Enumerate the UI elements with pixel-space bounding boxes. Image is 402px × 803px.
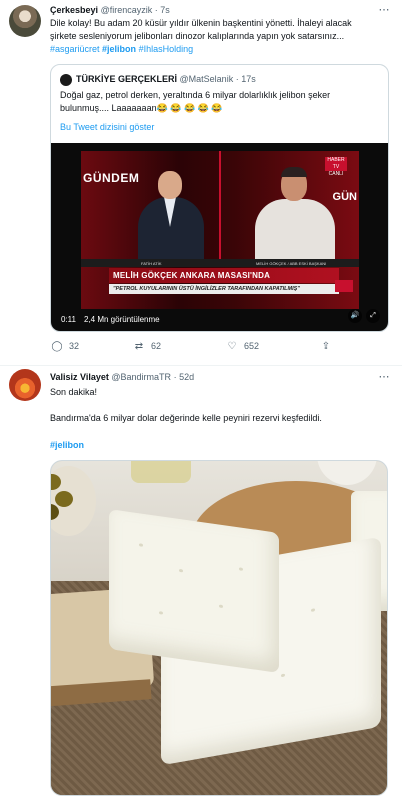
share-button[interactable]: ⇪ <box>320 341 338 352</box>
quoted-tweet-card[interactable]: TÜRKİYE GERÇEKLERİ @MatSelanik · 17s Doğ… <box>50 64 389 332</box>
more-options-icon[interactable]: ⋯ <box>379 3 391 16</box>
retweet-icon: ⇄ <box>134 341 144 352</box>
screen-divider <box>219 151 221 261</box>
cheese-hole <box>159 611 163 615</box>
separator-dot: · <box>173 372 177 382</box>
retweet-count: 62 <box>151 341 162 351</box>
guest-right <box>251 167 337 264</box>
tweet-actions: ◯ 32 ⇄ 62 ♡ 652 ⇪ <box>50 341 350 355</box>
cheese-wedge <box>109 509 279 673</box>
like-button[interactable]: ♡ 652 <box>226 341 260 352</box>
program-logo-left: GÜNDEM <box>83 171 140 185</box>
cheese-hole <box>311 608 315 612</box>
person-hair <box>281 167 307 177</box>
quoted-handle: @MatSelanik <box>179 74 234 84</box>
person-head <box>158 171 182 199</box>
hashtag-link[interactable]: #IhlasHolding <box>139 44 194 54</box>
retweet-button[interactable]: ⇄ 62 <box>133 341 161 352</box>
tweet-text-line: Dile kolay! Bu adam 20 küsür yıldır ülke… <box>50 18 352 28</box>
quoted-text-line: Doğal gaz, petrol derken, yeraltında 6 m… <box>60 90 331 100</box>
separator-dot: · <box>235 74 239 84</box>
timestamp[interactable]: 52d <box>179 372 194 382</box>
hashtag-row: #asgariücret #jelibon #IhlasHolding <box>50 43 390 56</box>
quoted-timestamp: 17s <box>241 74 256 84</box>
olive <box>55 491 73 507</box>
oil-glass <box>131 461 191 483</box>
quoted-text: Doğal gaz, petrol derken, yeraltında 6 m… <box>60 89 380 115</box>
tweet-quote-retweet[interactable]: Çerkesbeyi @firencayzik · 7s ⋯ Dile kola… <box>0 0 402 366</box>
video-frame: GÜNDEM GÜN HABER TV CANLI FATİH ATİK MEL… <box>81 151 359 309</box>
show-thread-link[interactable]: Bu Tweet dizisini göster <box>60 122 154 132</box>
lower-third-title: MELİH GÖKÇEK ANKARA MASASI'NDA <box>109 268 339 283</box>
quoted-avatar <box>60 74 72 86</box>
user-handle[interactable]: @firencayzik <box>101 5 153 15</box>
tweet-text: Son dakika! <box>50 387 98 397</box>
name-caption-right: MELİH GÖKÇEK / ABB ESKİ BAŞKANI <box>256 261 327 266</box>
channel-corner-badge <box>335 280 353 292</box>
tweet-text: Dile kolay! Bu adam 20 küsür yıldır ülke… <box>50 17 390 56</box>
guest-left <box>136 171 206 263</box>
video-view-count: 2,4 Mn görüntülenme <box>84 315 160 324</box>
tweet-photo[interactable] <box>50 460 388 796</box>
user-handle[interactable]: @BandirmaTR <box>111 372 171 382</box>
quoted-text-line: bulunmuş.... Laaaaaaan😂 😂 😂 😂 😂 <box>60 103 223 113</box>
olive <box>51 504 59 520</box>
cheese-hole <box>281 673 285 678</box>
avatar[interactable] <box>9 5 41 37</box>
reply-count: 32 <box>69 341 80 351</box>
hashtag-link[interactable]: #jelibon <box>50 439 390 452</box>
cheese-hole <box>219 604 223 609</box>
separator-dot: · <box>154 5 158 15</box>
timestamp[interactable]: 7s <box>160 5 170 15</box>
cheese-hole <box>179 568 183 573</box>
share-icon: ⇪ <box>321 341 331 352</box>
lower-third-subtitle: "PETROL KUYULARININ ÜSTÜ İNGİLİZLER TARA… <box>109 284 339 294</box>
quoted-display-name: TÜRKİYE GERÇEKLERİ <box>76 74 178 84</box>
name-caption-left: FATİH ATİK <box>141 261 162 266</box>
heart-icon: ♡ <box>227 341 237 352</box>
tweet-header: Valisiz Vilayet @BandirmaTR · 52d <box>50 372 194 382</box>
reply-icon: ◯ <box>51 341 63 352</box>
tweet-text-line: şirkete sesleniyorum jelibonları dinozor… <box>50 31 345 41</box>
tweet-header: Çerkesbeyi @firencayzik · 7s <box>50 5 170 15</box>
expand-icon[interactable]: ⤢ <box>366 309 380 323</box>
video-duration: 0:11 <box>61 315 76 324</box>
like-count: 652 <box>244 341 260 351</box>
reply-button[interactable]: ◯ 32 <box>51 341 79 352</box>
tweet-text: Bandırma'da 6 milyar dolar değerinde kel… <box>50 413 322 423</box>
hashtag-link[interactable]: #asgariücret <box>50 44 100 54</box>
cheese-hole <box>239 567 243 571</box>
speaker-icon[interactable]: 🔊 <box>348 309 362 323</box>
cheese-hole <box>139 543 143 547</box>
video-player[interactable]: GÜNDEM GÜN HABER TV CANLI FATİH ATİK MEL… <box>51 143 388 331</box>
display-name[interactable]: Valisiz Vilayet <box>50 372 109 382</box>
more-options-icon[interactable]: ⋯ <box>379 370 391 383</box>
olive <box>51 474 61 490</box>
person-body <box>255 199 335 264</box>
display-name[interactable]: Çerkesbeyi <box>50 5 98 15</box>
quoted-header: TÜRKİYE GERÇEKLERİ @MatSelanik · 17s <box>76 74 256 84</box>
avatar[interactable] <box>9 369 41 401</box>
hashtag-link[interactable]: #jelibon <box>102 44 136 54</box>
